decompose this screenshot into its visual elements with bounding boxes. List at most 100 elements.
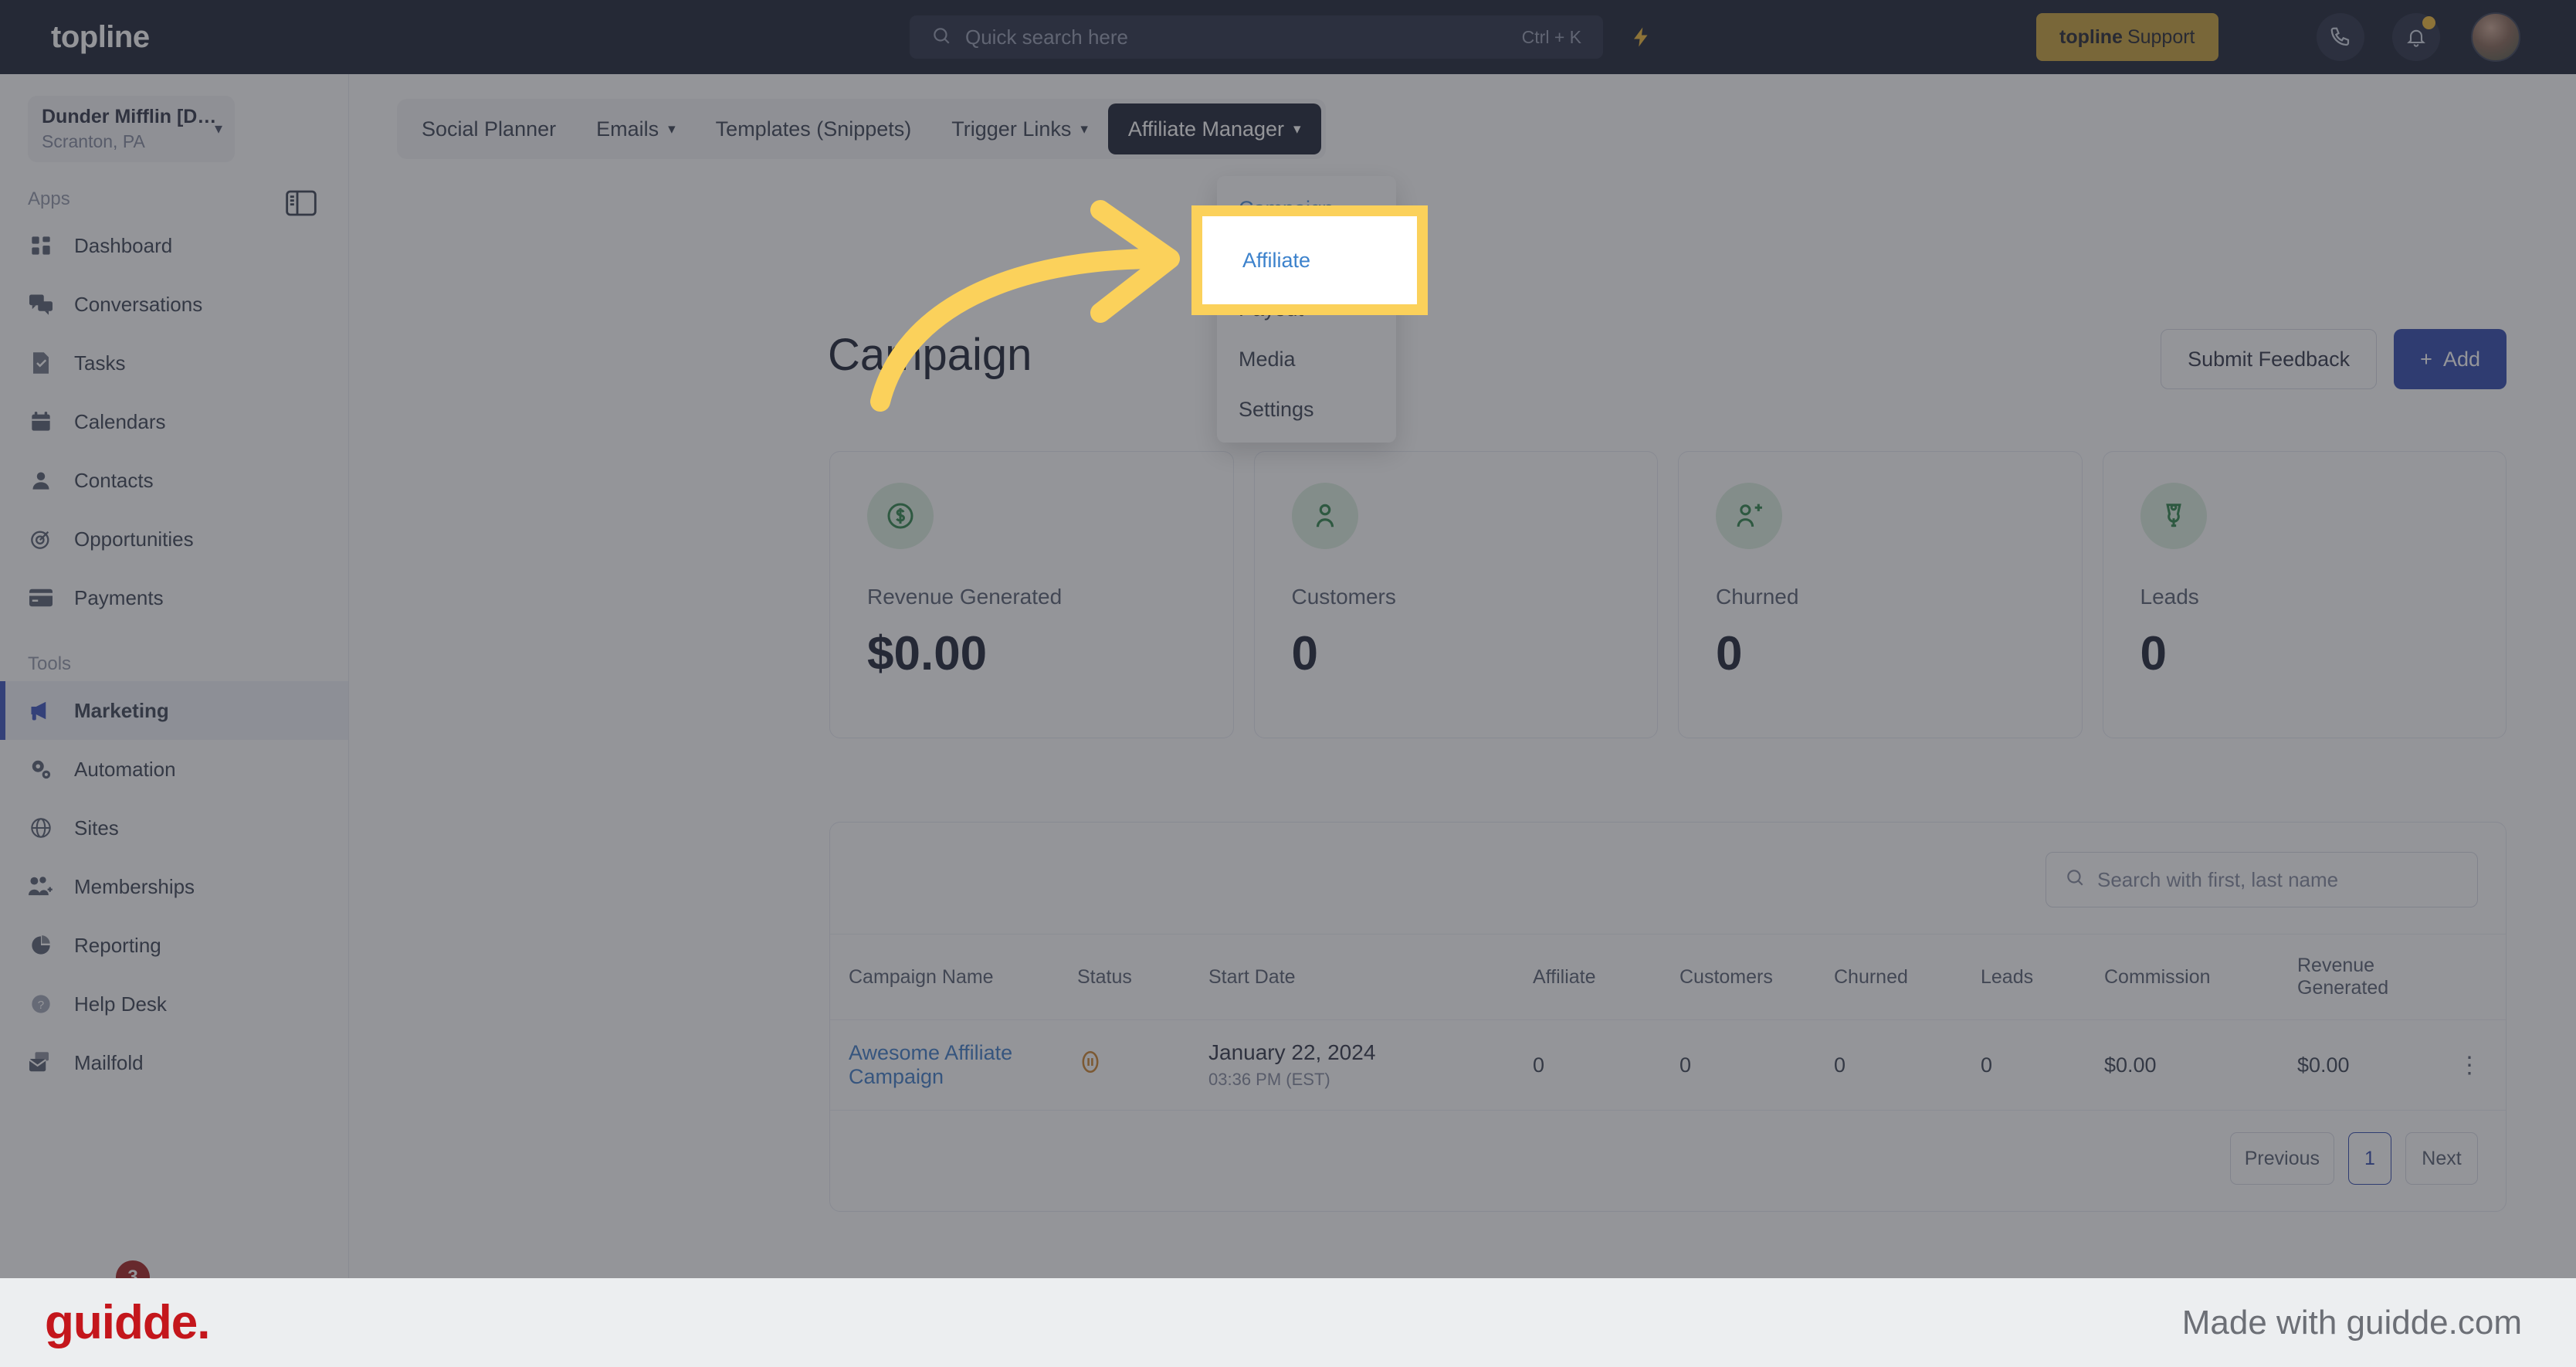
col-status[interactable]: Status [1077,934,1208,1020]
search-shortcut-hint: Ctrl + K [1521,26,1581,47]
account-location: Scranton, PA [42,131,145,151]
stat-card-value: 0 [1716,627,1743,680]
chevron-down-icon: ▾ [668,120,676,137]
campaign-name-link[interactable]: Awesome Affiliate Campaign [849,1041,1012,1088]
sidebar-item-label: Help Desk [74,992,167,1016]
tab-label: Social Planner [422,117,557,141]
add-label: Add [2442,347,2480,371]
commission-value: $0.00 [2104,1019,2297,1110]
tab-templates-snippets[interactable]: Templates (Snippets) [696,103,932,154]
sidebar-item-label: Sites [74,816,119,840]
col-leads[interactable]: Leads [1981,934,2104,1020]
sidebar-item-sites[interactable]: Sites [0,799,348,857]
add-button[interactable]: + Add [2394,329,2507,389]
sidebar-item-tasks[interactable]: Tasks [0,334,348,392]
guidde-footer: guidde. Made with guidde.com [0,1278,2576,1367]
topline-logo[interactable]: topline [51,20,150,55]
guidde-logo: guidde. [45,1296,210,1349]
sidebar-item-help-desk[interactable]: ? Help Desk [0,975,348,1033]
stat-card-value: 0 [1291,627,1318,680]
affiliate-value: 0 [1533,1019,1679,1110]
sidebar-item-reporting[interactable]: Reporting [0,916,348,975]
bell-icon[interactable] [2392,13,2440,61]
col-commission[interactable]: Commission [2104,934,2297,1020]
col-start-date[interactable]: Start Date [1208,934,1533,1020]
sidebar-item-contacts[interactable]: Contacts [0,451,348,510]
page-title: Campaign [828,330,1032,380]
support-brand: topline [2059,25,2123,48]
target-icon [28,526,54,552]
submit-feedback-button[interactable]: Submit Feedback [2161,329,2378,389]
panel-toggle-icon[interactable] [286,190,317,216]
person-icon [28,467,54,494]
calendar-icon [28,409,54,435]
sidebar-item-calendars[interactable]: Calendars [0,392,348,451]
search-icon [2065,867,2085,893]
screenshot-root: topline Quick search here Ctrl + K topli… [0,0,2576,1367]
tab-trigger-links[interactable]: Trigger Links ▾ [931,103,1108,154]
account-switcher[interactable]: Dunder Mifflin [D… Scranton, PA ▾ [28,96,235,162]
sidebar-item-memberships[interactable]: Memberships [0,857,348,916]
churned-value: 0 [1834,1019,1981,1110]
magnet-icon [2140,483,2207,549]
sidebar-item-opportunities[interactable]: Opportunities [0,510,348,568]
dropdown-item-payout[interactable]: Payout [1217,284,1396,334]
global-search-input[interactable]: Quick search here Ctrl + K [910,15,1603,59]
col-revenue-generated[interactable]: Revenue Generated [2297,934,2413,1020]
tab-label: Templates (Snippets) [715,117,912,141]
tab-label: Affiliate Manager [1127,117,1285,141]
marketing-tabs: Social Planner Emails ▾ Templates (Snipp… [397,99,1326,159]
sidebar-item-automation[interactable]: Automation [0,740,348,799]
stat-card-value: $0.00 [867,627,988,680]
tab-social-planner[interactable]: Social Planner [402,103,576,154]
table-body: Awesome Affiliate Campaign January 22, 2… [830,1019,2506,1110]
next-page-button[interactable]: Next [2405,1132,2478,1185]
col-campaign-name[interactable]: Campaign Name [830,934,1077,1020]
sidebar-item-conversations[interactable]: Conversations [0,275,348,334]
sidebar-item-label: Calendars [74,409,166,433]
page-number-1[interactable]: 1 [2348,1132,2391,1185]
affiliate-manager-dropdown: Campaign Affiliate Payout Media Settings [1217,176,1396,443]
stat-card-label: Customers [1291,585,1396,609]
campaigns-table: Campaign Name Status Start Date Affiliat… [830,934,2506,1110]
campaigns-panel: Search with first, last name Campaign Na… [829,822,2507,1212]
table-row[interactable]: Awesome Affiliate Campaign January 22, 2… [830,1019,2506,1110]
sidebar-item-dashboard[interactable]: Dashboard [0,216,348,275]
pause-circle-icon[interactable] [1077,1050,1103,1080]
dropdown-item-campaign[interactable]: Campaign [1217,184,1396,234]
dashboard-icon [28,232,54,259]
tab-label: Trigger Links [951,117,1072,141]
stat-cards: Revenue Generated $0.00 Customers 0 Chur… [829,451,2507,738]
stat-card-churned: Churned 0 [1678,451,2083,738]
dropdown-item-settings[interactable]: Settings [1217,385,1396,435]
start-time-value: 03:36 PM (EST) [1208,1070,1330,1089]
account-name: Dunder Mifflin [D… [42,106,217,127]
avatar[interactable] [2471,12,2520,62]
mail-stack-icon [28,1050,54,1076]
sidebar-item-label: Contacts [74,468,154,492]
sidebar-item-label: Marketing [74,698,169,722]
sidebar-item-payments[interactable]: Payments [0,568,348,627]
dropdown-item-media[interactable]: Media [1217,334,1396,385]
chat-bubbles-icon [28,291,54,317]
sidebar-item-label: Payments [74,585,164,609]
dropdown-item-affiliate[interactable]: Affiliate [1217,234,1396,284]
sidebar-item-label: Dashboard [74,233,173,257]
lightning-bolt-icon[interactable] [1622,17,1662,57]
previous-page-button[interactable]: Previous [2229,1132,2334,1185]
table-search-input[interactable]: Search with first, last name [2046,852,2478,907]
tab-affiliate-manager[interactable]: Affiliate Manager ▾ [1107,103,1321,154]
topline-support-button[interactable]: topline Support [2036,13,2218,61]
sidebar-item-marketing[interactable]: Marketing [0,681,348,740]
sidebar-item-label: Opportunities [74,527,194,551]
main-content: Social Planner Emails ▾ Templates (Snipp… [349,74,2576,1278]
col-churned[interactable]: Churned [1834,934,1981,1020]
phone-icon[interactable] [2317,13,2364,61]
people-plus-icon [28,873,54,900]
tab-emails[interactable]: Emails ▾ [576,103,696,154]
col-customers[interactable]: Customers [1679,934,1834,1020]
vertical-dots-icon[interactable]: ⋮ [2413,1019,2506,1110]
sidebar-item-mailfold[interactable]: Mailfold [0,1033,348,1092]
col-affiliate[interactable]: Affiliate [1533,934,1679,1020]
sidebar-item-label: Memberships [74,874,195,898]
